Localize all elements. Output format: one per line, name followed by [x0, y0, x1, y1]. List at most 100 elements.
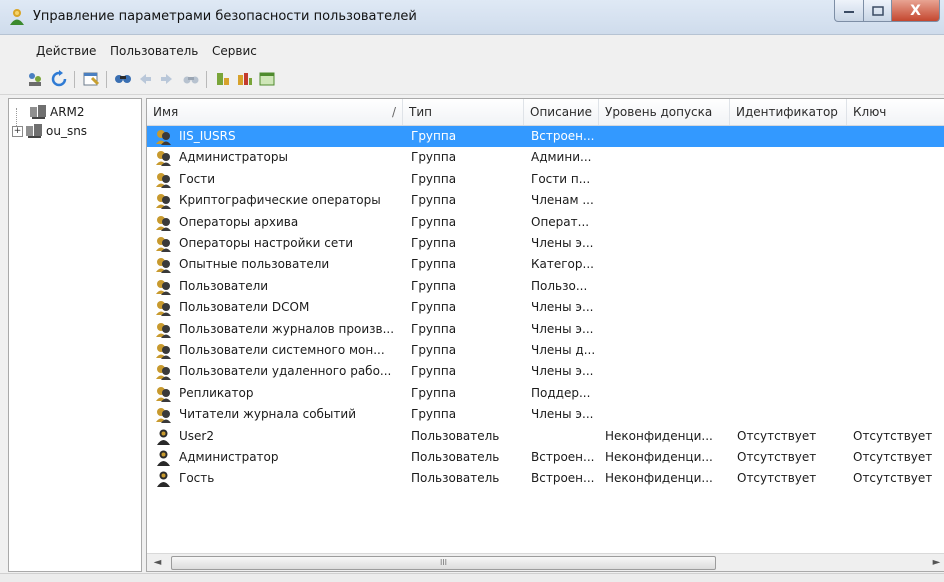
group-icon	[155, 256, 172, 274]
cell-name: Опытные пользователи	[179, 257, 330, 272]
table-row[interactable]: Гость Пользователь Встроен... Неконфиденци.…	[147, 468, 944, 489]
table-row[interactable]: Администраторы Группа Админи...	[147, 147, 944, 168]
cell-description: Встроен...	[531, 129, 595, 143]
cell-access-level: Неконфиденци...	[605, 450, 713, 464]
menu-service[interactable]: Сервис	[212, 44, 257, 58]
group-icon	[155, 214, 172, 231]
cell-description: Админи...	[531, 150, 592, 165]
user-icon	[155, 428, 172, 445]
scroll-left-icon[interactable]: ◄	[149, 554, 166, 571]
cell-type: Группа	[411, 300, 457, 315]
group-icon	[155, 278, 172, 295]
cell-name: User2	[179, 428, 214, 443]
search-icon[interactable]	[114, 70, 132, 88]
cell-description: Члены э...	[531, 364, 594, 379]
cell-type: Группа	[411, 236, 457, 250]
table-row[interactable]: Пользователи Группа Пользо...	[147, 276, 944, 297]
tree-node-label: ou_sns	[46, 124, 88, 138]
app-icon	[7, 8, 27, 26]
table-row[interactable]: Репликатор Группа Поддер...	[147, 383, 944, 404]
table-row[interactable]: Пользователи удаленного рабо... Группа Чле…	[147, 361, 944, 382]
cell-description: Гости п...	[531, 171, 591, 186]
minimize-button[interactable]	[834, 0, 864, 22]
group-icon	[155, 149, 172, 167]
table-row[interactable]: IIS_IUSRS Группа Встроен...	[147, 126, 944, 147]
table-row[interactable]: Читатели журнала событий Группа Члены э...	[147, 404, 944, 425]
column-identifier[interactable]: Идентификатор	[730, 99, 847, 125]
column-type[interactable]: Тип	[403, 99, 524, 125]
cell-description: Пользо...	[531, 278, 588, 293]
table-row[interactable]: Администратор Пользователь Встроен... Некон…	[147, 447, 944, 468]
cell-name: Криптографические операторы	[179, 193, 381, 208]
tree-node-arm2[interactable]: ARM2	[29, 103, 85, 121]
toolbar	[0, 64, 944, 95]
table-row[interactable]: Криптографические операторы Группа Членам …	[147, 190, 944, 211]
table-row[interactable]: Гости Группа Гости п...	[147, 169, 944, 190]
cell-access-level: Неконфиденци...	[605, 428, 713, 443]
group-icon	[155, 406, 172, 424]
list-header: Имя / Тип Описание Уровень допуска Идент…	[147, 99, 944, 126]
cell-type: Группа	[411, 171, 457, 186]
window-title: Управление параметрами безопасности поль…	[33, 9, 417, 24]
users-icon[interactable]	[26, 70, 44, 88]
cell-type: Группа	[411, 407, 457, 422]
arrow-right-icon[interactable]	[158, 70, 176, 88]
group-icon	[155, 235, 172, 252]
cell-type: Группа	[411, 278, 457, 293]
binoculars-icon[interactable]	[182, 70, 200, 88]
window-icon[interactable]	[258, 70, 276, 88]
cell-description: Членам ...	[531, 193, 594, 208]
cell-type: Группа	[411, 150, 457, 165]
cell-type: Группа	[411, 193, 457, 208]
table-row[interactable]: Пользователи DCOM Группа Члены э...	[147, 297, 944, 318]
cell-name: Репликатор	[179, 385, 254, 400]
cell-name: Пользователи журналов произв...	[179, 321, 395, 336]
group-icon	[155, 192, 172, 210]
maximize-button[interactable]	[864, 0, 892, 22]
cell-identifier: Отсутствует	[737, 428, 817, 443]
tree-node-label: ARM2	[50, 105, 85, 119]
table-row[interactable]: User2 Пользователь Неконфиденци... Отсутств…	[147, 426, 944, 447]
refresh-icon[interactable]	[50, 70, 68, 88]
cell-type: Группа	[411, 343, 457, 357]
cell-type: Пользователь	[411, 428, 500, 443]
group-icon	[155, 128, 172, 145]
organizational-unit-icon	[26, 124, 42, 138]
tree-node-ou-sns[interactable]: + ou_sns	[12, 122, 87, 140]
table-row[interactable]: Операторы настройки сети Группа Члены э...	[147, 233, 944, 254]
expand-icon[interactable]: +	[12, 125, 23, 137]
column-description[interactable]: Описание	[524, 99, 599, 125]
cell-description: Члены э...	[531, 236, 594, 250]
cell-identifier: Отсутствует	[737, 450, 817, 464]
cell-type: Пользователь	[411, 450, 500, 464]
tree-pane: ARM2 + ou_sns	[8, 98, 142, 572]
table-row[interactable]: Пользователи системного мон... Группа Член…	[147, 340, 944, 361]
menu-user[interactable]: Пользователь	[110, 44, 198, 58]
group-access-icon[interactable]	[236, 70, 254, 88]
cell-name: Гости	[179, 171, 216, 186]
properties-icon[interactable]	[82, 70, 100, 88]
scroll-right-icon[interactable]: ►	[928, 554, 944, 571]
column-name[interactable]: Имя /	[147, 99, 403, 125]
scroll-thumb[interactable]: III	[171, 556, 716, 570]
cell-description: Операт...	[531, 214, 590, 229]
cell-access-level: Неконфиденци...	[605, 471, 713, 486]
close-button[interactable]: X	[892, 0, 940, 22]
table-row[interactable]: Опытные пользователи Группа Категор...	[147, 254, 944, 275]
column-access-level[interactable]: Уровень допуска	[599, 99, 730, 125]
table-row[interactable]: Операторы архива Группа Операт...	[147, 212, 944, 233]
minimize-icon	[844, 10, 854, 13]
horizontal-scrollbar[interactable]: ◄ III ►	[147, 553, 944, 571]
user-access-icon[interactable]	[214, 70, 232, 88]
menu-action[interactable]: Действие	[36, 44, 96, 58]
table-row[interactable]: Пользователи журналов произв... Группа Чле…	[147, 319, 944, 340]
cell-description: Члены э...	[531, 321, 594, 336]
cell-description: Поддер...	[531, 385, 591, 400]
column-key[interactable]: Ключ	[847, 99, 944, 125]
group-icon	[155, 171, 172, 188]
group-icon	[155, 385, 172, 402]
cell-description: Категор...	[531, 257, 594, 272]
arrow-left-icon[interactable]	[136, 70, 154, 88]
menu-bar: Действие Пользователь Сервис	[0, 40, 944, 60]
cell-identifier: Отсутствует	[737, 471, 817, 486]
